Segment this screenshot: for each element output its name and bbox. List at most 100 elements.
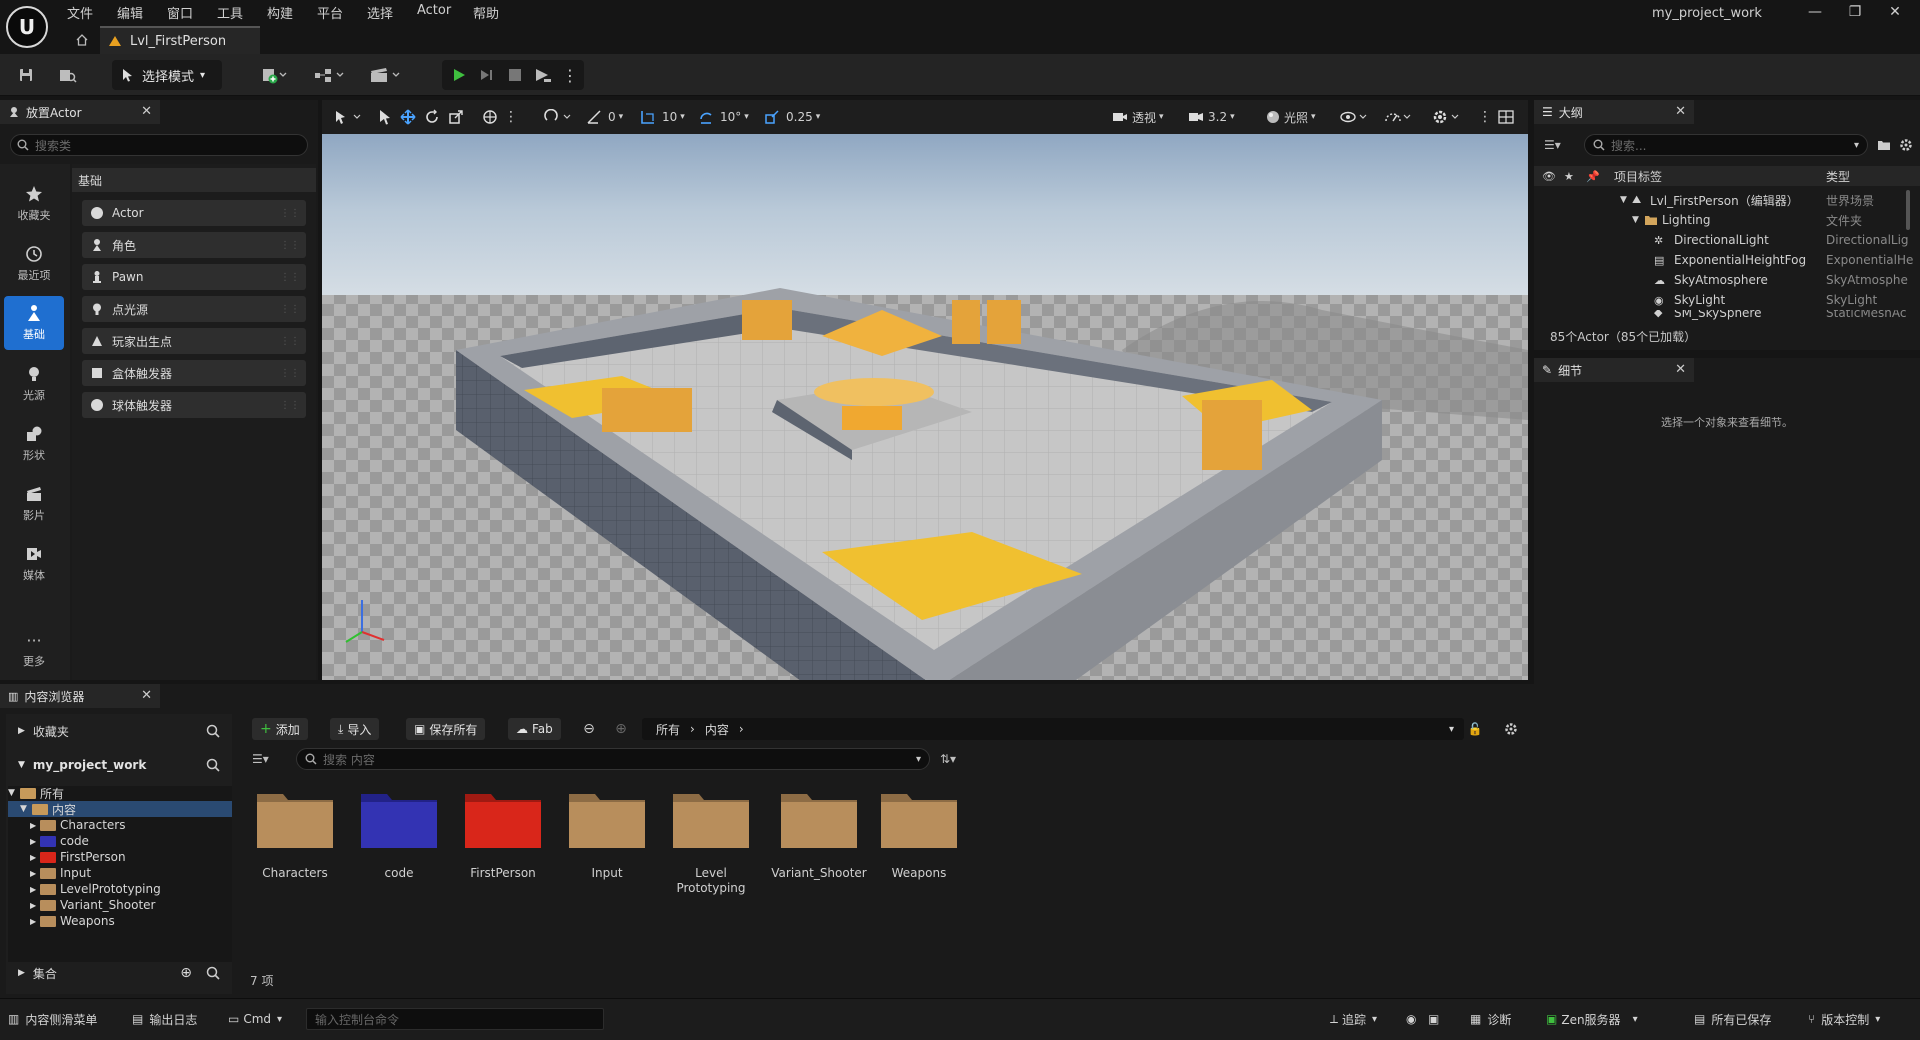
restore-icon[interactable]: ❐ <box>1840 2 1870 22</box>
menu-build[interactable]: 构建 <box>267 3 293 22</box>
eject-icon[interactable] <box>530 60 556 90</box>
move-tool-icon[interactable] <box>400 106 416 128</box>
outliner-row[interactable]: ◆ SM_SkySphere StaticMeshAc <box>1534 310 1920 322</box>
place-item-character[interactable]: 角色 ⋮⋮ <box>82 232 306 258</box>
save-all-button[interactable]: ▣ 保存所有 <box>406 718 486 740</box>
outliner-row[interactable]: ◉ SkyLight SkyLight <box>1534 290 1920 310</box>
record-icon[interactable]: ◉ <box>1406 1008 1416 1030</box>
search-icon[interactable] <box>206 966 220 980</box>
close-icon[interactable]: ✕ <box>1675 104 1686 119</box>
outliner-scrollbar[interactable] <box>1906 190 1910 230</box>
add-collection-icon[interactable]: ⊕ <box>180 965 192 981</box>
category-more[interactable]: ··· 更多 <box>4 624 64 680</box>
forward-icon[interactable]: ⊕ <box>612 720 630 738</box>
path-segment[interactable]: 内容 <box>705 721 729 738</box>
col-label[interactable]: 项目标签 <box>1614 168 1662 185</box>
grid-snap-toggle[interactable]: 10 ▾ <box>640 106 685 128</box>
cinematics-icon[interactable] <box>366 60 406 90</box>
tree-item[interactable]: ▶ Variant_Shooter <box>8 897 156 913</box>
tree-item[interactable]: ▼ 所有 <box>8 785 64 801</box>
step-icon[interactable] <box>474 60 500 90</box>
drag-handle-icon[interactable]: ⋮⋮ <box>280 240 300 251</box>
camera-speed-button[interactable]: 3.2 ▾ <box>1188 106 1235 128</box>
drag-handle-icon[interactable]: ⋮⋮ <box>280 336 300 347</box>
drag-handle-icon[interactable]: ⋮⋮ <box>280 304 300 315</box>
mode-select-button[interactable]: 选择模式 ▾ <box>112 60 222 90</box>
new-folder-icon[interactable] <box>1874 134 1894 156</box>
eye-icon[interactable]: 👁 <box>1542 170 1556 183</box>
tree-item[interactable]: ▶ LevelPrototyping <box>8 881 161 897</box>
asset-folder[interactable]: Input <box>562 790 652 881</box>
place-item-box-trigger[interactable]: 盒体触发器 ⋮⋮ <box>82 360 306 386</box>
category-media[interactable]: 媒体 <box>4 536 64 592</box>
view-mode-button[interactable]: 透视 ▾ <box>1112 106 1164 128</box>
performance-icon[interactable] <box>1384 106 1414 128</box>
back-icon[interactable]: ⊖ <box>580 720 598 738</box>
category-cinematic[interactable]: 影片 <box>4 476 64 532</box>
place-item-sphere-trigger[interactable]: 球体触发器 ⋮⋮ <box>82 392 306 418</box>
menu-platform[interactable]: 平台 <box>317 3 343 22</box>
content-browser-tab[interactable]: ▥ 内容浏览器 ✕ <box>0 684 160 708</box>
tree-item-selected[interactable]: ▼ 内容 <box>8 801 232 817</box>
outliner-row[interactable]: ✲ DirectionalLight DirectionalLig <box>1534 230 1920 250</box>
close-icon[interactable]: ✕ <box>141 104 152 119</box>
favorites-section[interactable]: ▶ 收藏夹 <box>12 720 228 742</box>
tree-item[interactable]: ▶ Weapons <box>8 913 115 929</box>
category-shapes[interactable]: 形状 <box>4 416 64 472</box>
fab-button[interactable]: ☁ Fab <box>508 718 561 740</box>
lock-icon[interactable]: 🔓 <box>1464 718 1486 740</box>
drag-handle-icon[interactable]: ⋮⋮ <box>280 368 300 379</box>
world-local-icon[interactable] <box>482 106 498 128</box>
gear-icon[interactable] <box>1896 134 1916 156</box>
menu-edit[interactable]: 编辑 <box>117 3 143 22</box>
asset-folder[interactable]: Characters <box>250 790 340 881</box>
menu-help[interactable]: 帮助 <box>473 3 499 22</box>
path-segment[interactable]: 所有 <box>656 721 680 738</box>
close-icon[interactable]: ✕ <box>1880 2 1910 22</box>
asset-folder[interactable]: Variant_Shooter <box>770 790 868 881</box>
lit-mode-button[interactable]: 光照 ▾ <box>1266 106 1316 128</box>
viewport-options-icon[interactable]: ⋮ <box>1478 106 1492 128</box>
angle-snap-toggle[interactable]: 0 ▾ <box>586 106 623 128</box>
close-icon[interactable]: ✕ <box>1675 362 1686 377</box>
place-item-actor[interactable]: Actor ⋮⋮ <box>82 200 306 226</box>
asset-folder[interactable]: FirstPerson <box>458 790 548 881</box>
blueprint-icon[interactable] <box>310 60 350 90</box>
gear-icon[interactable] <box>1500 718 1522 740</box>
place-item-point-light[interactable]: 点光源 ⋮⋮ <box>82 296 306 322</box>
search-icon[interactable] <box>206 724 220 738</box>
category-lights[interactable]: 光源 <box>4 356 64 412</box>
console-input[interactable]: 输入控制台命令 <box>306 1008 604 1030</box>
minimize-icon[interactable]: — <box>1800 2 1830 22</box>
settings-icon[interactable] <box>1432 106 1462 128</box>
chevron-down-icon[interactable]: ▾ <box>1449 724 1454 735</box>
outliner-row[interactable]: ☁ SkyAtmosphere SkyAtmosphe <box>1534 270 1920 290</box>
asset-folder[interactable]: Level Prototyping <box>666 790 756 896</box>
content-search-input[interactable]: 搜索 内容 ▾ <box>296 748 930 770</box>
cmd-button[interactable]: ▭ Cmd ▾ <box>228 1008 282 1030</box>
asset-folder[interactable]: Weapons <box>874 790 964 881</box>
source-control-button[interactable]: ⑂ 版本控制 ▾ <box>1808 1008 1880 1030</box>
diagnostics-button[interactable]: ▦ 诊断 <box>1470 1008 1511 1030</box>
place-item-pawn[interactable]: Pawn ⋮⋮ <box>82 264 306 290</box>
add-actor-icon[interactable] <box>254 60 294 90</box>
tree-item[interactable]: ▶ Input <box>8 865 91 881</box>
category-favorites[interactable]: 收藏夹 <box>4 176 64 232</box>
details-tab[interactable]: ✎ 细节 ✕ <box>1534 358 1694 382</box>
filter-button[interactable]: ☰▾ <box>1544 134 1580 156</box>
asset-folder[interactable]: code <box>354 790 444 881</box>
tab-level[interactable]: Lvl_FirstPerson <box>100 26 260 54</box>
sort-button[interactable]: ⇅▾ <box>940 748 976 770</box>
category-recent[interactable]: 最近项 <box>4 236 64 292</box>
place-search-input[interactable]: 搜索类 <box>10 134 308 156</box>
screenshot-icon[interactable]: ▣ <box>1428 1008 1439 1030</box>
menu-window[interactable]: 窗口 <box>167 3 193 22</box>
zen-server-button[interactable]: ▣ Zen服务器 ▾ <box>1546 1008 1638 1030</box>
home-icon[interactable] <box>72 30 92 50</box>
close-icon[interactable]: ✕ <box>141 688 152 703</box>
search-icon[interactable] <box>206 758 220 772</box>
transform-select-icon[interactable] <box>334 106 364 128</box>
rotation-snap-toggle[interactable]: 10° ▾ <box>698 106 749 128</box>
category-basic[interactable]: 基础 <box>4 296 64 350</box>
outliner-row[interactable]: ▤ ExponentialHeightFog ExponentialHe <box>1534 250 1920 270</box>
